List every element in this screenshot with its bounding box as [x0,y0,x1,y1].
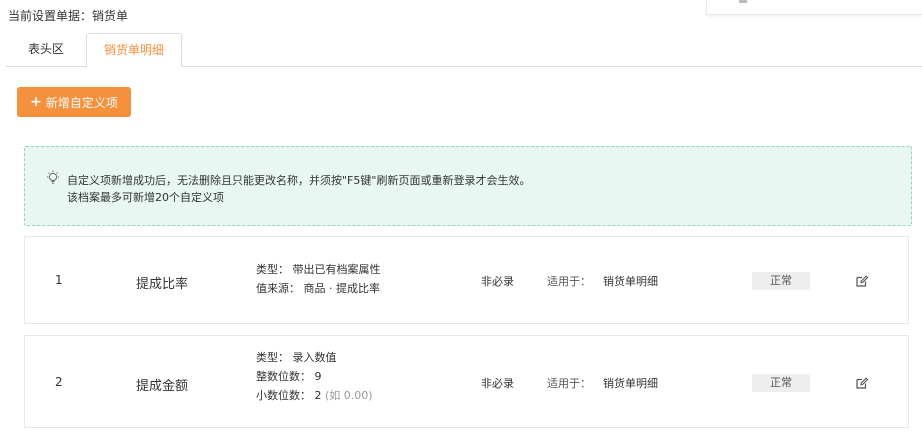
row-spec-source: 值来源： 商品 · 提成比率 [256,282,380,295]
row-index: 2 [55,375,63,389]
row-index: 1 [55,273,63,287]
tab-header-area[interactable]: 表头区 [6,33,86,65]
custom-item-row: 2 提成金额 类型： 录入数值 整数位数： 9 小数位数： 2 (如 0.00)… [24,335,909,428]
row-spec-decimal-value: 小数位数： 2 [256,389,322,402]
row-applies-value: 销货单明细 [603,377,658,390]
tab-sales-detail[interactable]: 销货单明细 [86,33,182,67]
notice-text-line2: 该档案最多可新增20个自定义项 [67,191,224,204]
row-required: 非必录 [481,275,514,288]
status-badge: 正常 [752,374,810,392]
row-applies-label: 适用于： [547,275,591,288]
edit-icon[interactable] [855,274,869,288]
row-applies: 适用于： 销货单明细 [547,375,658,391]
row-name: 提成比率 [136,277,189,292]
row-spec-hint: (如 0.00) [325,389,373,402]
row-spec-decimal-digits: 小数位数： 2 (如 0.00) [256,386,373,405]
current-document-label: 当前设置单据：销货单 [8,9,129,23]
add-custom-item-button[interactable]: + 新增自定义项 [17,87,131,117]
lightbulb-icon [47,170,59,184]
add-custom-item-label: 新增自定义项 [45,95,118,110]
row-name: 提成金额 [136,379,189,394]
edit-icon[interactable] [855,376,869,390]
row-spec: 类型： 录入数值 整数位数： 9 小数位数： 2 (如 0.00) [256,348,373,405]
row-spec-integer-digits: 整数位数： 9 [256,370,322,383]
row-applies: 适用于： 销货单明细 [547,273,658,289]
custom-item-row: 1 提成比率 类型： 带出已有档案属性 值来源： 商品 · 提成比率 非必录 适… [24,236,909,324]
status-badge: 正常 [752,272,810,290]
row-spec: 类型： 带出已有档案属性 值来源： 商品 · 提成比率 [256,260,381,298]
row-applies-value: 销货单明细 [603,275,658,288]
row-spec-type: 类型： 录入数值 [256,351,337,364]
panel-fragment [739,0,747,3]
tab-bar: 表头区 销货单明细 [6,33,922,67]
top-right-panel [706,0,922,15]
row-applies-label: 适用于： [547,377,591,390]
row-spec-type: 类型： 带出已有档案属性 [256,263,381,276]
notice-box: 自定义项新增成功后，无法删除且只能更改名称，并须按"F5键"刷新页面或重新登录才… [24,146,912,226]
notice-text-line1: 自定义项新增成功后，无法删除且只能更改名称，并须按"F5键"刷新页面或重新登录才… [67,174,531,187]
row-required: 非必录 [481,377,514,390]
plus-icon: + [30,94,42,110]
